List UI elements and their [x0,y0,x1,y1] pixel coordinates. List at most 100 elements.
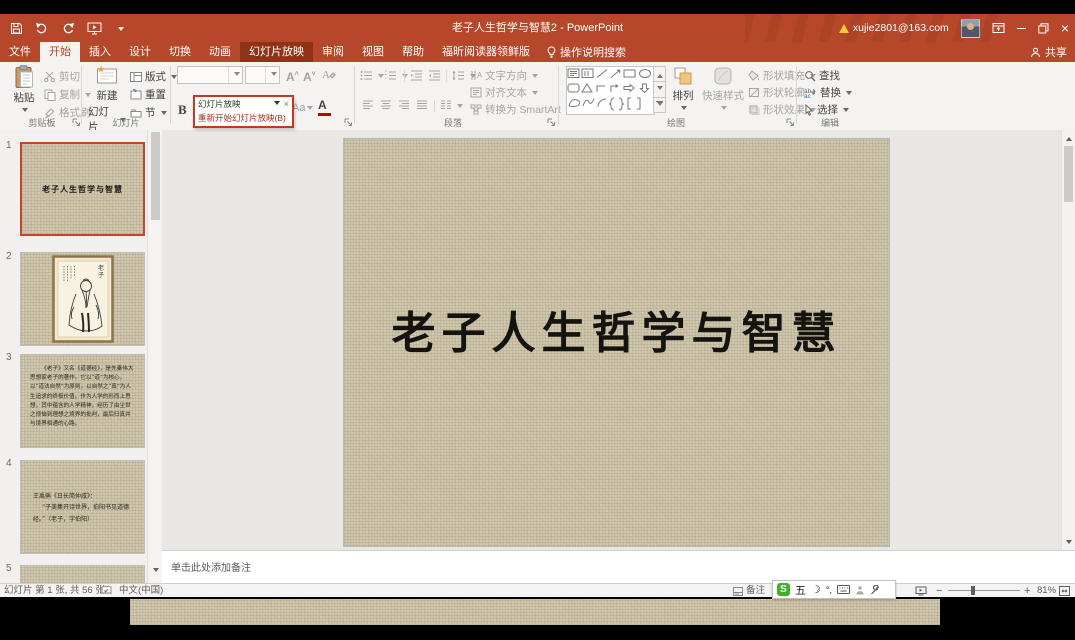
tab-help[interactable]: 帮助 [393,42,433,62]
shrink-font-button[interactable]: A˅ [303,69,316,83]
notes-pane[interactable]: 单击此处添加备注 [162,550,1075,583]
decrease-indent-button[interactable] [410,70,423,81]
thumbnail-scrollbar[interactable] [147,130,163,583]
thumbnail-slide-4[interactable]: 王禹偁《日长简仲咸》： “子美集开诗世界，伯阳书见道德经。”（老子，字伯阳） [20,460,145,554]
new-slide-icon [95,65,119,87]
thumbnail-scroll-down[interactable] [148,564,163,579]
thumbnail-scrollbar-thumb[interactable] [151,132,160,220]
slide-title[interactable]: 老子人生哲学与智慧 [344,297,889,361]
thumbnail-slide-3[interactable]: 《老子》又名《道德经》，是先秦伟大思想家老子的著作。它以“道”为核心，以“道法自… [20,354,145,448]
columns-button[interactable] [440,100,463,110]
avatar[interactable] [961,19,980,38]
tab-file[interactable]: 文件 [0,42,40,62]
group-label-editing: 编辑 [821,116,839,129]
convert-smartart-button[interactable]: 转换为 SmartArt [470,102,572,117]
arrange-button[interactable]: 排列 [668,65,698,111]
spellcheck-icon[interactable] [101,585,113,596]
zoom-slider-handle[interactable] [971,586,975,595]
thumbnail-slide-5[interactable] [20,565,145,583]
current-slide[interactable]: 老子人生哲学与智慧 [343,138,890,547]
share-button[interactable]: 共享 [1030,42,1067,62]
copy-button[interactable]: 复制 [44,87,91,102]
thumbnail-slide-1[interactable]: 老子人生哲学与智慧 [20,142,145,236]
tab-review[interactable]: 审阅 [313,42,353,62]
ime-toolbar[interactable]: S 五 ☽ °, [772,580,896,599]
sogou-logo-icon[interactable]: S [777,583,790,596]
ime-wubi-mode[interactable]: 五 [795,582,806,598]
zoom-percentage[interactable]: 81% [1037,585,1056,597]
ime-fullhalf-icon[interactable]: ☽ [811,583,821,596]
bold-button[interactable]: B [178,102,187,118]
align-right-button[interactable] [398,100,410,110]
tab-design[interactable]: 设计 [120,42,160,62]
zoom-slider-track[interactable] [948,590,1020,591]
minimize-button[interactable] [1017,28,1026,29]
popup-close-icon[interactable]: × [284,99,289,109]
font-dialog-launcher[interactable] [344,118,353,127]
canvas-scrollbar-thumb[interactable] [1064,146,1073,202]
increase-indent-button[interactable] [428,70,441,81]
change-case-button[interactable]: Aa [292,102,313,114]
shapes-more-button[interactable] [653,98,666,113]
notes-toggle-button[interactable]: 备注 [733,585,765,597]
thumb-number: 4 [6,458,12,469]
shapes-scroll-down[interactable] [653,82,666,97]
popup-dropdown-icon[interactable] [274,101,280,108]
canvas-scrollbar[interactable] [1061,130,1075,550]
bullets-button[interactable] [360,70,384,81]
zoom-out-button[interactable]: − [936,585,942,597]
clipboard-dialog-launcher[interactable] [72,118,81,127]
grow-font-button[interactable]: A˄ [286,69,299,83]
slide-counter[interactable]: 幻灯片 第 1 张, 共 56 张 [4,585,105,597]
ribbon-display-options-icon[interactable] [992,22,1005,34]
account-info[interactable]: xujie2801@163.com [839,22,949,34]
tell-me-box[interactable]: 操作说明搜索 [539,42,634,62]
find-button[interactable]: 查找 [804,68,840,83]
tab-foxit[interactable]: 福昕阅读器领鲜版 [433,42,539,62]
align-left-button[interactable] [362,100,374,110]
person-icon [1030,47,1041,58]
svg-text:A: A [322,69,330,81]
close-button[interactable]: × [1061,21,1069,35]
canvas-scroll-up[interactable] [1062,130,1075,144]
shapes-gallery[interactable] [566,66,655,115]
font-color-button[interactable]: A [318,100,331,116]
thumbnail-slide-2[interactable]: 老 子 [20,252,145,346]
quick-styles-button[interactable]: 快速样式 [702,65,744,111]
justify-button[interactable] [416,100,428,110]
ime-person-icon[interactable] [855,585,865,595]
drawing-dialog-launcher[interactable] [786,118,795,127]
language-indicator[interactable]: 中文(中国) [119,585,163,597]
ime-punctuation-icon[interactable]: °, [826,585,832,595]
align-text-button[interactable]: 对齐文本 [470,85,538,100]
ime-keyboard-icon[interactable] [837,585,850,594]
shapes-gallery-scrollbar [653,66,666,113]
zoom-in-button[interactable]: + [1024,585,1030,597]
font-name-combo[interactable] [177,66,243,84]
paragraph-dialog-launcher[interactable] [547,118,556,127]
tab-transitions[interactable]: 切换 [160,42,200,62]
tab-view[interactable]: 视图 [353,42,393,62]
cut-button[interactable]: 剪切 [44,69,80,84]
align-center-button[interactable] [380,100,392,110]
replace-button[interactable]: abac 替换 [804,85,852,100]
fit-to-window-button[interactable] [1059,586,1070,596]
tab-animations[interactable]: 动画 [200,42,240,62]
clear-formatting-icon[interactable]: A [322,68,336,81]
restore-button[interactable] [1038,23,1049,34]
popup-menu-item[interactable]: 重新开始幻灯片放映(B) [195,111,292,126]
tab-slideshow[interactable]: 幻灯片放映 [240,42,313,62]
reset-button[interactable]: 重置 [130,87,166,102]
select-button[interactable]: 选择 [804,102,849,117]
text-direction-button[interactable]: A 文字方向 [470,68,538,83]
slideshow-view-button[interactable] [915,586,927,596]
slide-editing-canvas[interactable]: 老子人生哲学与智慧 [162,130,1063,550]
shapes-scroll-up[interactable] [653,66,666,82]
font-size-combo[interactable] [245,66,280,84]
top-black-bar [0,0,1075,14]
canvas-scroll-down[interactable] [1062,536,1075,550]
paste-button[interactable]: 粘贴 [7,65,41,113]
tab-insert[interactable]: 插入 [80,42,120,62]
ime-wrench-icon[interactable] [870,585,880,595]
tab-home[interactable]: 开始 [40,42,80,62]
